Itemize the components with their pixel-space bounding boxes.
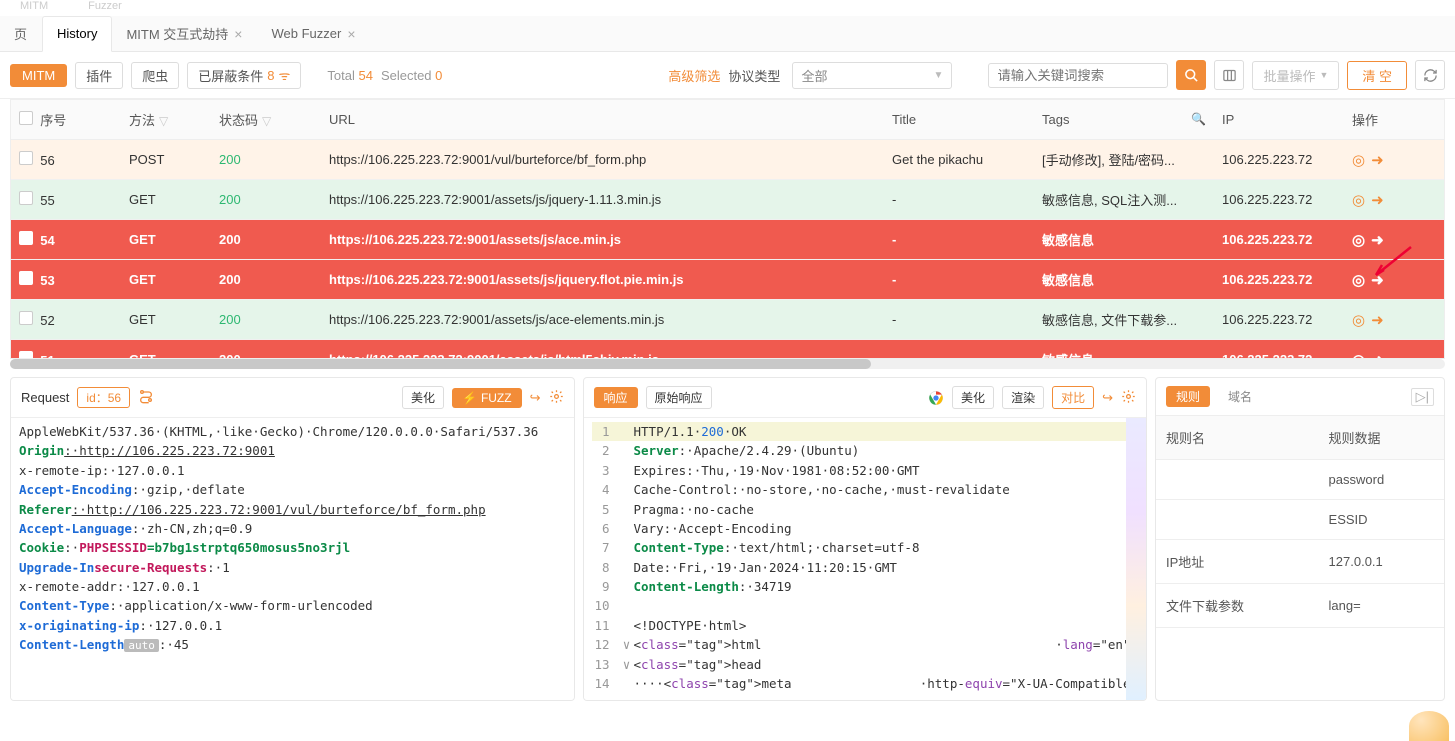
refresh-icon [1423, 68, 1438, 83]
rule-row[interactable]: password [1156, 460, 1444, 500]
table-row[interactable]: 56 POST 200 https://106.225.223.72:9001/… [11, 140, 1444, 180]
signal-icon: ᯤ [279, 66, 291, 84]
rule-row[interactable]: ESSID [1156, 500, 1444, 540]
request-editor[interactable]: AppleWebKit/537.36·(KHTML,·like·Gecko)·C… [11, 418, 574, 700]
forward-icon[interactable]: ➜ [1371, 312, 1384, 329]
forward-icon[interactable]: ➜ [1371, 192, 1384, 209]
main-tabs: 页 History MITM 交互式劫持× Web Fuzzer× [0, 16, 1455, 52]
chrome-icon[interactable] [928, 390, 944, 406]
fuzz-button[interactable]: ⚡FUZZ [452, 388, 522, 408]
protocol-select[interactable]: 全部▼ [792, 62, 952, 89]
forward-icon[interactable]: ➜ [1371, 272, 1384, 289]
render-button[interactable]: 渲染 [1002, 386, 1044, 409]
col-ip[interactable]: IP [1214, 100, 1344, 140]
beautify-button[interactable]: 美化 [952, 386, 994, 409]
request-title: Request [21, 390, 69, 405]
rules-table: 规则名 规则数据 passwordESSIDIP地址127.0.0.1文件下载参… [1156, 416, 1444, 700]
request-panel: Request id：56 美化 ⚡FUZZ ↪ AppleWebKit/537… [10, 377, 575, 701]
advanced-filter-link[interactable]: 高级筛选 [668, 66, 720, 85]
browser-icon[interactable]: ◎ [1352, 272, 1365, 289]
tab-mitm[interactable]: MITM 交互式劫持× [112, 16, 257, 52]
tab-history[interactable]: History [42, 16, 112, 52]
tab-page[interactable]: 页 [0, 16, 42, 52]
shield-filter[interactable]: 已屏蔽条件 8 ᯤ [187, 62, 301, 89]
table-row[interactable]: 54 GET 200 https://106.225.223.72:9001/a… [11, 220, 1444, 260]
table-row[interactable]: 53 GET 200 https://106.225.223.72:9001/a… [11, 260, 1444, 300]
response-tab[interactable]: 响应 [594, 387, 638, 408]
tab-fuzzer[interactable]: Web Fuzzer× [257, 16, 370, 52]
rule-row[interactable]: IP地址127.0.0.1 [1156, 540, 1444, 584]
rule-row[interactable]: 文件下载参数lang= [1156, 584, 1444, 628]
beautify-button[interactable]: 美化 [402, 386, 444, 409]
col-title[interactable]: Title [884, 100, 1034, 140]
checkbox[interactable] [19, 231, 33, 245]
filter-icon[interactable]: ▽ [159, 114, 168, 128]
rule-name-col: 规则名 [1156, 416, 1319, 460]
col-status[interactable]: 状态码▽ [211, 100, 321, 140]
toolbar: MITM 插件 爬虫 已屏蔽条件 8 ᯤ Total 54 Selected 0… [0, 52, 1455, 99]
export-button[interactable] [1214, 60, 1244, 90]
search-icon [1184, 68, 1199, 83]
chevron-down-icon: ▼ [1319, 70, 1328, 80]
domain-tab[interactable]: 域名 [1218, 386, 1262, 407]
total-stat: Total 54 [327, 68, 373, 83]
checkbox[interactable] [19, 191, 33, 205]
browser-icon[interactable]: ◎ [1352, 192, 1365, 209]
table-row[interactable]: 55 GET 200 https://106.225.223.72:9001/a… [11, 180, 1444, 220]
clear-button[interactable]: 清 空 [1347, 61, 1407, 90]
forward-icon[interactable]: ➜ [1371, 352, 1384, 360]
flow-icon[interactable] [138, 388, 154, 407]
close-icon[interactable]: × [234, 26, 242, 42]
table-row[interactable]: 51 GET 200 https://106.225.223.72:9001/a… [11, 340, 1444, 360]
rules-panel: 规则 域名 ▷| 规则名 规则数据 passwordESSIDIP地址127.0… [1155, 377, 1445, 701]
checkbox[interactable] [19, 311, 33, 325]
spider-button[interactable]: 爬虫 [131, 62, 179, 89]
history-table: 序号 方法▽ 状态码▽ URL Title Tags🔍 IP 操作 56 POS… [10, 99, 1445, 359]
browser-icon[interactable]: ◎ [1352, 152, 1365, 169]
request-id-badge: id：56 [77, 387, 130, 408]
close-icon[interactable]: × [347, 26, 355, 42]
refresh-button[interactable] [1415, 60, 1445, 90]
checkbox[interactable] [19, 111, 33, 125]
response-panel: 响应 原始响应 美化 渲染 对比 ↪ 1HTTP/1.1·200·OK2Serv… [583, 377, 1148, 701]
forward-icon[interactable]: ➜ [1371, 232, 1384, 249]
col-method[interactable]: 方法▽ [121, 100, 211, 140]
search-icon[interactable]: 🔍 [1191, 112, 1206, 126]
table-row[interactable]: 52 GET 200 https://106.225.223.72:9001/a… [11, 300, 1444, 340]
checkbox[interactable] [19, 351, 33, 359]
response-editor[interactable]: 1HTTP/1.1·200·OK2Server:·Apache/2.4.29·(… [584, 418, 1147, 700]
raw-response-tab[interactable]: 原始响应 [646, 386, 712, 409]
gear-icon[interactable] [549, 389, 564, 407]
chevron-down-icon: ▼ [934, 70, 944, 81]
checkbox[interactable] [19, 151, 33, 165]
mitm-badge[interactable]: MITM [10, 64, 67, 87]
search-button[interactable] [1176, 60, 1206, 90]
diff-button[interactable]: 对比 [1052, 386, 1094, 409]
browser-icon[interactable]: ◎ [1352, 352, 1365, 360]
rule-data-col: 规则数据 [1319, 416, 1444, 460]
col-ops: 操作 [1344, 100, 1444, 140]
horizontal-scrollbar[interactable] [10, 359, 1445, 369]
forward-icon[interactable]: ➜ [1371, 152, 1384, 169]
minimap[interactable] [1126, 418, 1146, 700]
gear-icon[interactable] [1121, 389, 1136, 407]
rules-tab[interactable]: 规则 [1166, 386, 1210, 407]
col-url[interactable]: URL [321, 100, 884, 140]
col-seq[interactable]: 序号 [11, 100, 121, 140]
mascot-icon [1409, 711, 1449, 741]
protocol-label: 协议类型 [728, 66, 780, 85]
search-input[interactable] [988, 63, 1168, 88]
browser-icon[interactable]: ◎ [1352, 312, 1365, 329]
batch-ops-button[interactable]: 批量操作▼ [1252, 61, 1339, 90]
checkbox[interactable] [19, 271, 33, 285]
selected-stat: Selected 0 [381, 68, 442, 83]
send-icon[interactable]: ↪ [530, 390, 541, 406]
collapse-icon[interactable]: ▷| [1411, 388, 1434, 406]
send-icon[interactable]: ↪ [1102, 390, 1113, 406]
plugin-button[interactable]: 插件 [75, 62, 123, 89]
col-tags[interactable]: Tags🔍 [1034, 100, 1214, 140]
columns-icon [1222, 68, 1237, 83]
browser-icon[interactable]: ◎ [1352, 232, 1365, 249]
filter-icon[interactable]: ▽ [262, 114, 271, 128]
